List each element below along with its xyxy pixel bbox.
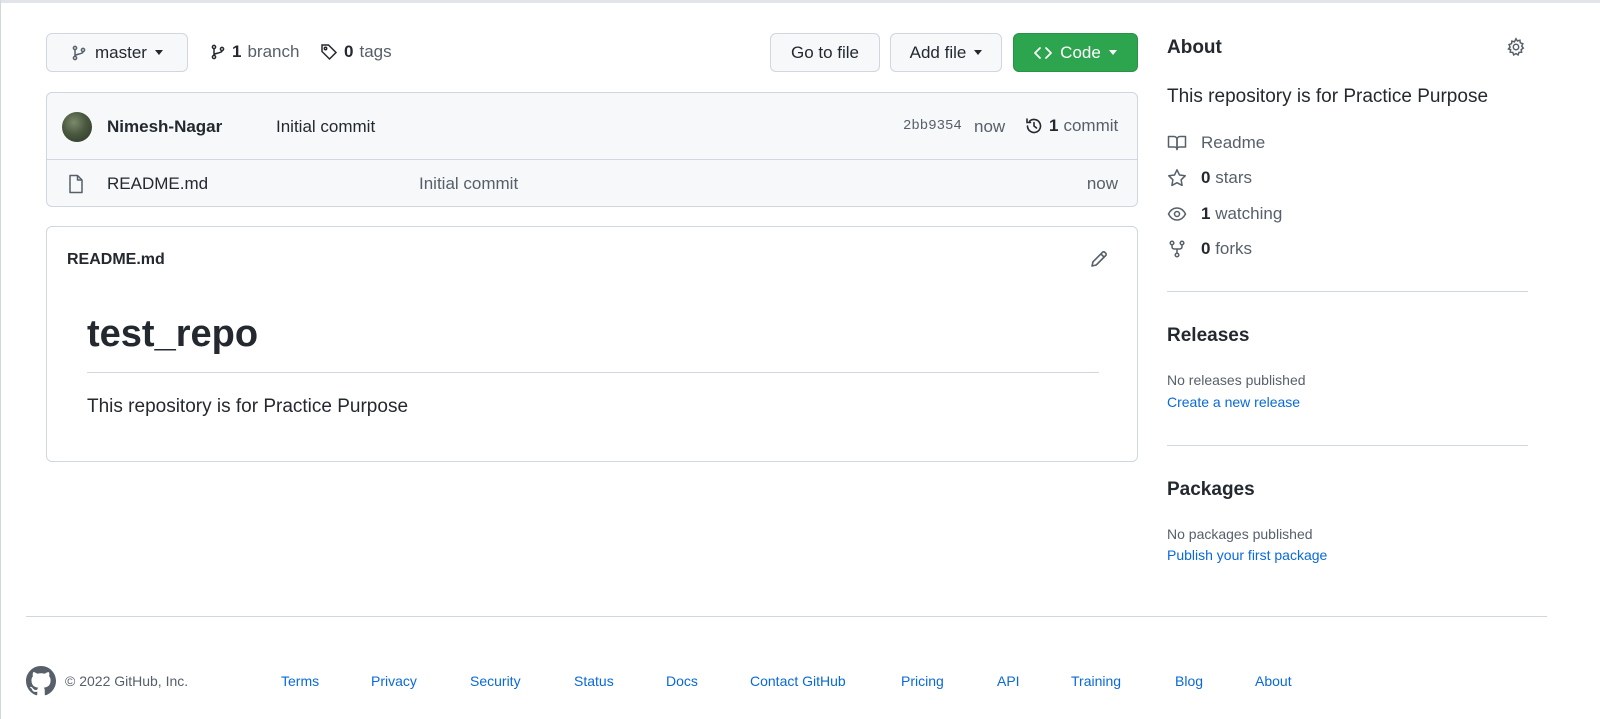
- packages-heading[interactable]: Packages: [1167, 479, 1255, 501]
- file-time: now: [1086, 174, 1118, 193]
- go-to-file-button[interactable]: Go to file: [770, 33, 880, 72]
- readme-heading: test_repo: [87, 313, 259, 355]
- footer-link-security[interactable]: Security: [470, 673, 521, 689]
- code-button[interactable]: Code: [1013, 33, 1138, 72]
- file-name-link[interactable]: README.md: [107, 174, 208, 194]
- commit-label: commit: [1063, 116, 1119, 135]
- commit-message-link[interactable]: Initial commit: [276, 117, 375, 137]
- left-border: [0, 0, 1, 719]
- add-file-label: Add file: [909, 42, 967, 62]
- footer-link-blog[interactable]: Blog: [1175, 673, 1203, 689]
- latest-commit-row: Nimesh-Nagar Initial commit 2bb9354 now …: [47, 93, 1137, 160]
- copyright-text: © 2022 GitHub, Inc.: [65, 673, 189, 689]
- commit-sha-link[interactable]: 2bb9354: [903, 118, 962, 134]
- eye-icon: [1167, 207, 1187, 221]
- footer-link-status[interactable]: Status: [574, 673, 614, 689]
- watchers-link[interactable]: 1 watching: [1167, 204, 1282, 224]
- stars-link[interactable]: 0 stars: [1167, 168, 1252, 188]
- history-icon: [1026, 118, 1042, 134]
- commits-history-link[interactable]: 1 commit: [1024, 116, 1118, 136]
- top-border: [0, 0, 1600, 3]
- chevron-down-icon: [974, 50, 983, 55]
- stars-label: stars: [1215, 168, 1253, 187]
- readme-label: Readme: [1201, 133, 1266, 152]
- tag-count: 0: [344, 42, 354, 61]
- gear-icon[interactable]: [1506, 37, 1526, 57]
- footer-link-contact[interactable]: Contact GitHub: [750, 673, 846, 689]
- pencil-icon[interactable]: [1089, 249, 1109, 269]
- avatar[interactable]: [62, 112, 92, 142]
- divider: [1167, 291, 1528, 292]
- table-row: README.md Initial commit now: [47, 160, 1137, 206]
- fork-icon: [1169, 240, 1185, 258]
- footer-link-pricing[interactable]: Pricing: [901, 673, 944, 689]
- commit-author-link[interactable]: Nimesh-Nagar: [107, 117, 222, 137]
- readme-link[interactable]: Readme: [1167, 133, 1265, 153]
- footer-link-privacy[interactable]: Privacy: [371, 673, 417, 689]
- stars-count: 0: [1201, 168, 1211, 187]
- add-file-button[interactable]: Add file: [890, 33, 1002, 72]
- footer-link-about[interactable]: About: [1255, 673, 1292, 689]
- code-icon: [1034, 46, 1053, 59]
- about-description: This repository is for Practice Purpose: [1167, 86, 1489, 107]
- create-release-link[interactable]: Create a new release: [1167, 394, 1300, 410]
- footer-link-api[interactable]: API: [997, 673, 1020, 689]
- watching-count: 1: [1201, 204, 1211, 223]
- footer-divider: [26, 616, 1547, 617]
- footer-link-training[interactable]: Training: [1071, 673, 1121, 689]
- branch-name: master: [95, 42, 147, 62]
- branch-label: branch: [247, 42, 300, 61]
- tag-icon: [321, 44, 338, 61]
- publish-package-link[interactable]: Publish your first package: [1167, 547, 1327, 563]
- packages-note: No packages published: [1167, 526, 1313, 542]
- divider: [87, 372, 1099, 373]
- divider: [1167, 445, 1528, 446]
- watching-label: watching: [1215, 204, 1283, 223]
- chevron-down-icon: [1108, 50, 1117, 55]
- git-branch-icon: [72, 45, 86, 60]
- git-branch-icon: [211, 44, 225, 60]
- branch-count: 1: [232, 42, 242, 61]
- readme-filename-link[interactable]: README.md: [67, 251, 165, 269]
- file-icon: [69, 174, 83, 194]
- file-listing: Nimesh-Nagar Initial commit 2bb9354 now …: [46, 92, 1138, 207]
- tag-label: tags: [359, 42, 392, 61]
- chevron-down-icon: [154, 50, 163, 55]
- forks-link[interactable]: 0 forks: [1167, 239, 1252, 259]
- branches-link[interactable]: 1 branch: [210, 42, 299, 62]
- commit-count: 1: [1049, 116, 1059, 135]
- file-commit-message-link[interactable]: Initial commit: [419, 174, 518, 194]
- code-label: Code: [1060, 42, 1101, 62]
- about-heading: About: [1167, 37, 1222, 58]
- github-mark-icon[interactable]: [26, 666, 56, 696]
- releases-note: No releases published: [1167, 372, 1306, 388]
- branch-select-button[interactable]: master: [46, 33, 188, 72]
- forks-label: forks: [1215, 239, 1253, 258]
- forks-count: 0: [1201, 239, 1211, 258]
- readme-panel: README.md test_repo This repository is f…: [46, 226, 1138, 462]
- footer-link-docs[interactable]: Docs: [666, 673, 698, 689]
- releases-heading[interactable]: Releases: [1167, 325, 1249, 347]
- star-icon: [1168, 169, 1186, 187]
- readme-body: This repository is for Practice Purpose: [87, 396, 409, 417]
- footer-link-terms[interactable]: Terms: [281, 673, 319, 689]
- tags-link[interactable]: 0 tags: [320, 42, 392, 62]
- book-icon: [1167, 135, 1187, 151]
- commit-time: now: [974, 117, 1006, 136]
